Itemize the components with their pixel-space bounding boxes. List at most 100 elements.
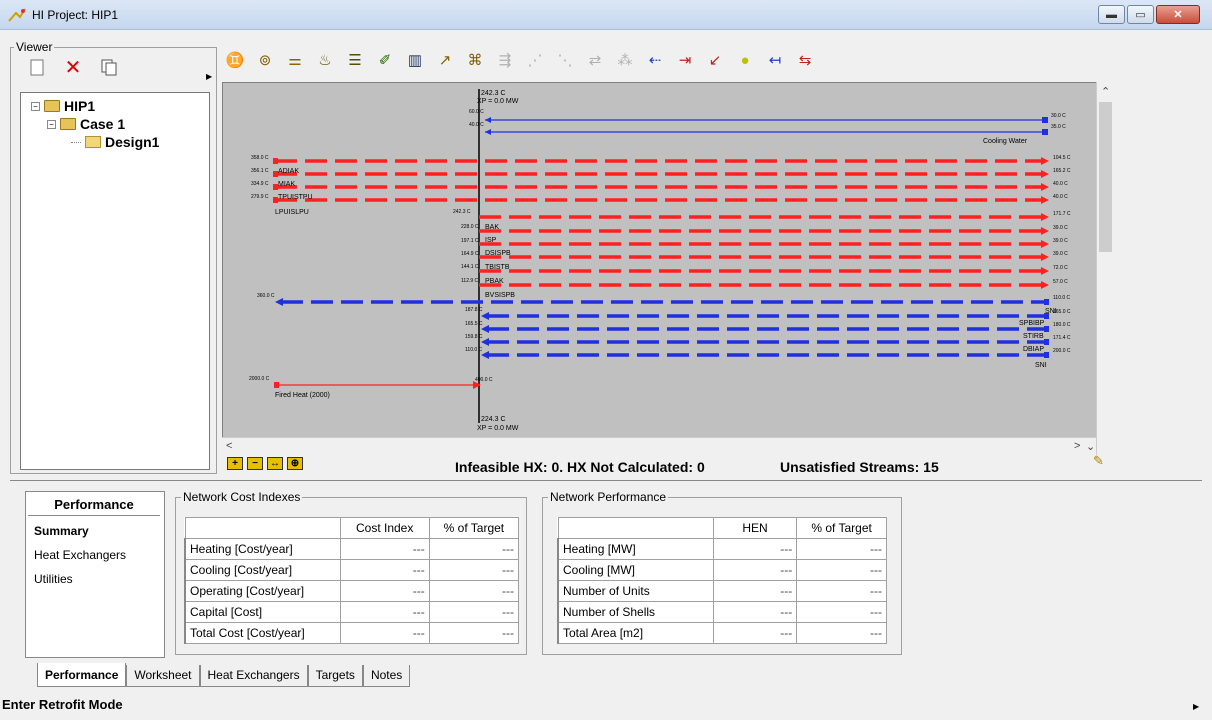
add-cooler-icon[interactable]: ↤: [765, 50, 785, 70]
bar-chart-icon[interactable]: ▥: [405, 50, 425, 70]
cold-right-temp: 110.0 C: [1053, 295, 1071, 301]
cost-indexes-legend: Network Cost Indexes: [181, 490, 303, 504]
perf-item-heat-exchangers[interactable]: Heat Exchangers: [34, 548, 126, 562]
table-row: Total Area [m2] --- ---: [556, 622, 887, 644]
hot-left-temp: 356.1 C: [251, 168, 269, 174]
cold-mid-temp: 187.8 C: [465, 307, 483, 313]
tree-item-label: HIP1: [64, 98, 96, 114]
table-row: Operating [Cost/year] --- ---: [183, 580, 520, 602]
heat-exchanger-icon[interactable]: ♊: [225, 50, 245, 70]
cold-right-temp: 165.0 C: [1053, 309, 1071, 315]
loop-icon[interactable]: ⌘: [465, 50, 485, 70]
table-row: Cooling [MW] --- ---: [556, 559, 887, 581]
hot-right-temp: 39.0 C: [1053, 251, 1068, 257]
cold-right-temp: 171.4 C: [1053, 335, 1071, 341]
design-icon: [85, 136, 101, 148]
hot-right-temp: 104.5 C: [1053, 155, 1071, 161]
enter-retrofit-mode-button[interactable]: Enter Retrofit Mode: [2, 697, 123, 712]
zoom-all-icon[interactable]: ⊕: [287, 457, 303, 470]
vertical-scrollbar[interactable]: ⌃: [1096, 82, 1114, 455]
add-heater-icon[interactable]: ●: [735, 50, 755, 70]
zoom-in-icon[interactable]: +: [227, 457, 243, 470]
perf-item-utilities[interactable]: Utilities: [34, 572, 73, 586]
scroll-down-icon[interactable]: ⌄: [1086, 440, 1095, 453]
top-pinch-duty: XP = 0.0 MW: [477, 98, 519, 105]
expand-arrow-icon[interactable]: ▶: [1193, 702, 1199, 711]
node-icon[interactable]: ⁂: [615, 50, 635, 70]
cw-left-temp: 40.0 C: [469, 122, 484, 128]
scroll-right-icon[interactable]: >: [1074, 440, 1080, 452]
stream-label: BAK: [485, 224, 499, 231]
hot-streams[interactable]: [275, 159, 1041, 287]
swap-icon[interactable]: ⇄: [585, 50, 605, 70]
cw-right-temp: 30.0 C: [1051, 113, 1066, 119]
hot-left-temp: 358.0 C: [251, 155, 269, 161]
wrench-icon[interactable]: ✎: [1093, 453, 1104, 469]
zoom-fit-icon[interactable]: ↔: [267, 457, 283, 470]
network-performance-table: HEN % of Target Heating [MW] --- --- Coo…: [556, 517, 887, 644]
tab-targets[interactable]: Targets: [307, 665, 363, 687]
path-icon[interactable]: ↗: [435, 50, 455, 70]
stream-label: SPBIBP: [1019, 320, 1045, 327]
svg-text:60.0 C: 60.0 C: [469, 109, 484, 115]
network-performance-legend: Network Performance: [548, 490, 669, 504]
merge-icon[interactable]: ⋱: [555, 50, 575, 70]
collapse-icon[interactable]: −: [31, 101, 40, 111]
stream-label: STIRB: [1023, 333, 1044, 340]
cold-right-temp: 180.0 C: [1053, 322, 1071, 328]
curve-icon[interactable]: ✐: [375, 50, 395, 70]
perf-item-summary[interactable]: Summary: [34, 524, 89, 538]
performance-header: Performance: [28, 494, 160, 516]
tree-item-hip1[interactable]: − HIP1: [31, 98, 95, 114]
collapse-icon[interactable]: −: [47, 119, 56, 129]
tree-item-label: Case 1: [80, 116, 126, 132]
viewer-collapse-arrow-icon[interactable]: ▶: [206, 72, 212, 81]
add-cold-icon[interactable]: ↙: [705, 50, 725, 70]
branch-icon[interactable]: ⋰: [525, 50, 545, 70]
close-button[interactable]: ✕: [1156, 5, 1200, 24]
grid-diagram-canvas[interactable]: 242.3 C XP = 0.0 MW 224.3 C XP = 0.0 MW …: [222, 82, 1114, 455]
minimize-button[interactable]: ▬: [1098, 5, 1125, 24]
ring-icon[interactable]: ⊚: [255, 50, 275, 70]
tab-performance[interactable]: Performance: [37, 663, 127, 687]
hot-right-temp: 39.0 C: [1053, 225, 1068, 231]
stream-label: SNI: [1035, 362, 1047, 369]
delete-icon[interactable]: ✕: [64, 57, 82, 79]
hot-right-temp: 40.0 C: [1053, 194, 1068, 200]
graph-icon[interactable]: ♨: [315, 50, 335, 70]
table-row: Heating [MW] --- ---: [556, 538, 887, 560]
zoom-out-icon[interactable]: −: [247, 457, 263, 470]
fired-heat-left-temp: 2000.0 C: [249, 376, 270, 382]
scroll-thumb[interactable]: [1099, 102, 1112, 252]
tab-heat-exchangers[interactable]: Heat Exchangers: [199, 665, 308, 687]
new-document-icon[interactable]: [28, 58, 46, 76]
bottom-tabs: Performance Worksheet Heat Exchangers Ta…: [37, 663, 411, 687]
exchange-icon[interactable]: ⇆: [795, 50, 815, 70]
copy-icon[interactable]: [100, 58, 118, 76]
scroll-left-icon[interactable]: <: [226, 440, 232, 452]
stack-icon[interactable]: ☰: [345, 50, 365, 70]
tree-item-case1[interactable]: − Case 1: [47, 116, 125, 132]
cold-streams[interactable]: [281, 300, 1047, 357]
top-pinch-temp: 242.3 C: [481, 90, 506, 97]
cw-right-temp2: 35.0 C: [1051, 124, 1066, 130]
tab-worksheet[interactable]: Worksheet: [126, 665, 200, 687]
scroll-up-icon[interactable]: ⌃: [1101, 85, 1110, 98]
hot-right-temp: 39.0 C: [1053, 238, 1068, 244]
folder-icon: [60, 118, 76, 130]
tree-item-design1[interactable]: Design1: [71, 134, 159, 150]
add-left-icon[interactable]: ⇠: [645, 50, 665, 70]
table-row: Number of Units --- ---: [556, 580, 887, 602]
horizontal-scrollbar[interactable]: < > ⌄: [222, 437, 1096, 455]
move-icon[interactable]: ⇶: [495, 50, 515, 70]
diagram-toolbar: ♊ ⊚ ⚌ ♨ ☰ ✐ ▥ ↗ ⌘ ⇶ ⋰ ⋱ ⇄ ⁂ ⇠ ⇥ ↙ ● ↤ ⇆: [225, 50, 815, 70]
table-row: Total Cost [Cost/year] --- ---: [183, 622, 520, 644]
fired-heat-label: Fired Heat (2000): [275, 392, 330, 399]
add-hot-icon[interactable]: ⇥: [675, 50, 695, 70]
tab-notes[interactable]: Notes: [362, 665, 411, 687]
split-icon[interactable]: ⚌: [285, 50, 305, 70]
cold-mid-temp: 110.0 C: [465, 347, 483, 353]
maximize-button[interactable]: ▭: [1127, 5, 1154, 24]
hot-mid-temp: 144.1 C: [461, 264, 479, 270]
hot-right-temp: 165.2 C: [1053, 168, 1071, 174]
